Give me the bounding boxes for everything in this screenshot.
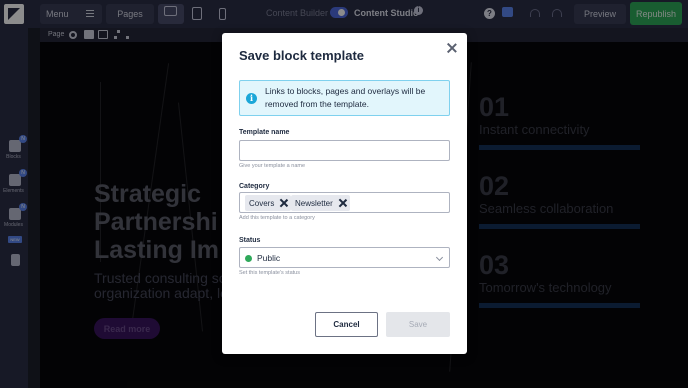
status-dot-icon bbox=[245, 255, 252, 262]
info-icon: i bbox=[246, 93, 257, 104]
info-notice: i Links to blocks, pages and overlays wi… bbox=[239, 80, 450, 116]
category-tag: Covers bbox=[245, 195, 292, 211]
category-help: Add this template to a category bbox=[239, 215, 315, 221]
dialog-title: Save block template bbox=[239, 48, 364, 63]
category-label: Category bbox=[239, 183, 270, 190]
remove-tag-icon[interactable] bbox=[339, 199, 347, 207]
remove-tag-icon[interactable] bbox=[280, 199, 288, 207]
category-select[interactable]: Covers Newsletter bbox=[239, 192, 450, 213]
status-value: Public bbox=[257, 253, 281, 263]
status-help: Set this template's status bbox=[239, 270, 300, 276]
save-template-dialog: Save block template i Links to blocks, p… bbox=[222, 33, 467, 354]
category-tag-label: Covers bbox=[249, 198, 275, 208]
status-label: Status bbox=[239, 237, 261, 244]
info-notice-text: Links to blocks, pages and overlays will… bbox=[265, 86, 426, 109]
close-icon[interactable] bbox=[447, 43, 457, 53]
template-name-help: Give your template a name bbox=[239, 163, 306, 169]
category-tag: Newsletter bbox=[291, 195, 350, 211]
cancel-button-label: Cancel bbox=[333, 320, 360, 329]
save-button[interactable]: Save bbox=[386, 312, 450, 337]
chevron-down-icon bbox=[435, 253, 444, 262]
status-select[interactable]: Public bbox=[239, 247, 450, 268]
save-button-label: Save bbox=[408, 320, 428, 329]
category-tag-label: Newsletter bbox=[295, 198, 333, 208]
cancel-button[interactable]: Cancel bbox=[315, 312, 378, 337]
template-name-input[interactable] bbox=[239, 140, 450, 161]
template-name-label: Template name bbox=[239, 129, 290, 136]
